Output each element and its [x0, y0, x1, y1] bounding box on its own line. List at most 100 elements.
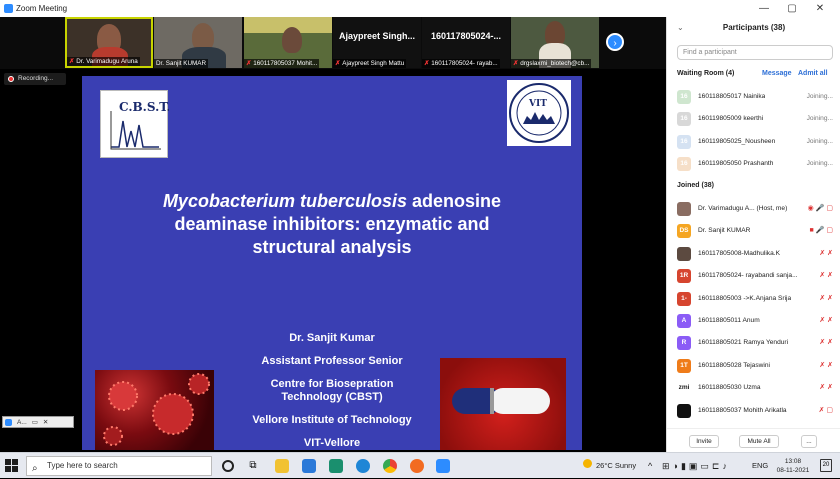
recording-indicator[interactable]: Recording... [4, 73, 66, 85]
store-icon[interactable] [329, 459, 343, 473]
avatar: 16 [677, 157, 691, 172]
avatar [677, 246, 691, 261]
participant-name: Dr. Varimadugu A... (Host, me) [698, 205, 788, 212]
video-tile[interactable]: ✗ drgslaxmi_biotech@cb... [511, 17, 599, 68]
audio-video-status-icon: ✗ ✗ [819, 294, 833, 302]
participant-row[interactable]: 1R 160117805024- rayabandi sanja... ✗ ✗ [667, 265, 840, 287]
weather-label[interactable]: 26°C Sunny [596, 453, 636, 479]
title-part-3: structural analysis [252, 237, 412, 257]
participant-row[interactable]: DS Dr. Sanjit KUMAR ■ 🎤 ▢ [667, 220, 840, 242]
window-title: Zoom Meeting [16, 4, 68, 13]
avatar: 16 [677, 134, 691, 149]
title-part-2: deaminase inhibitors: enzymatic and [174, 214, 490, 234]
participant-name: 160119805009 keerthi [698, 115, 764, 123]
language-indicator[interactable]: ENG [752, 453, 768, 479]
tile-big-name: Ajaypreet Singh... [338, 31, 416, 41]
cortana-icon[interactable] [222, 460, 234, 472]
svg-text:C.B.S.T.: C.B.S.T. [119, 100, 169, 114]
mini-close-icon[interactable]: ✕ [43, 418, 48, 426]
tray-icons[interactable]: ⊞◑▮▣▭⊏♪ [662, 453, 730, 479]
participants-footer: Invite Mute All ... [667, 428, 840, 452]
video-tile[interactable]: ✗ Dr. Varimadugu Aruna [65, 17, 153, 68]
author-name: Dr. Sanjit Kumar [289, 332, 375, 344]
shared-slide: C.B.S.T. VIT Mycobacterium tuberculosis … [82, 76, 582, 450]
participant-name: Dr. Sanjit KUMAR [698, 227, 751, 235]
avatar: zmi [677, 381, 691, 396]
zoom-taskbar-icon[interactable] [436, 459, 450, 473]
video-tile[interactable]: ✗ 160117805037 Mohit... [244, 17, 332, 68]
mute-all-button[interactable]: Mute All [739, 435, 779, 448]
avatar: 1- [677, 291, 691, 306]
waiting-participant-row[interactable]: 16 160118805017 Nainika Joining... [667, 86, 840, 108]
participant-row[interactable]: R 160118805021 Ramya Yenduri ✗ ✗ [667, 332, 840, 354]
participant-row[interactable]: A 160118805011 Anum ✗ ✗ [667, 310, 840, 332]
participant-search-input[interactable]: Find a participant [677, 45, 833, 60]
avatar: DS [677, 224, 691, 239]
minimized-video-window[interactable]: A... ▭ ✕ [2, 416, 74, 428]
clock-time: 13:08 [784, 458, 802, 465]
more-options-button[interactable]: ... [801, 435, 817, 448]
waiting-participant-row[interactable]: 16 160119805025_Nousheen Joining... [667, 131, 840, 153]
taskbar-clock[interactable]: 13:08 08-11-2021 [773, 457, 813, 475]
windows-start-icon[interactable] [5, 459, 18, 472]
avatar: 16 [677, 112, 691, 127]
participant-name: 160118805030 Uzma [698, 384, 761, 392]
muted-mic-icon: ✗ [513, 60, 519, 67]
participant-row[interactable]: 160118805037 Mohith Arikatla ✗ ▢ [667, 400, 840, 422]
task-view-icon[interactable]: ⧉ [246, 459, 260, 473]
close-button[interactable]: ✕ [806, 0, 834, 17]
capsule-image [440, 358, 566, 450]
next-page-arrow-icon[interactable]: › [606, 33, 624, 51]
audio-video-status-icon: ■ 🎤 ▢ [809, 227, 833, 235]
firefox-icon[interactable] [410, 459, 424, 473]
weather-sun-icon [583, 459, 592, 468]
minimize-button[interactable]: — [750, 0, 778, 17]
mail-icon[interactable] [302, 459, 316, 473]
participant-row[interactable]: Dr. Varimadugu A... (Host, me) ◉ 🎤 ▢ [667, 198, 840, 220]
avatar: R [677, 336, 691, 351]
joining-status: Joining... [806, 115, 833, 123]
joining-status: Joining... [806, 160, 833, 168]
vit-logo: VIT [507, 80, 571, 146]
clock-date: 08-11-2021 [776, 467, 810, 474]
edge-icon[interactable] [356, 459, 370, 473]
window-titlebar: Zoom Meeting — ▢ ✕ [0, 0, 840, 17]
participant-name: 160118805028 Tejaswini [698, 361, 770, 369]
waiting-room-label: Waiting Room (4) [677, 70, 735, 77]
participant-name: 160118805017 Nainika [698, 93, 766, 100]
message-link[interactable]: Message [762, 70, 792, 77]
participant-row[interactable]: 1T 160118805028 Tejaswini ✗ ✗ [667, 355, 840, 377]
author-position: Assistant Professor Senior [261, 355, 403, 367]
show-hidden-icons-chevron-icon[interactable]: ^ [648, 453, 652, 479]
chrome-icon[interactable] [383, 459, 397, 473]
tile-big-name: 160117805024-... [430, 31, 502, 41]
virus-image [95, 370, 214, 450]
participant-name: 160118805021 Ramya Yenduri [698, 339, 789, 347]
joining-status: Joining... [806, 93, 833, 100]
collapse-chevron-icon[interactable]: ⌄ [677, 17, 684, 39]
taskbar-search-input[interactable]: ⌕ Type here to search [26, 456, 212, 476]
audio-video-status-icon: ◉ 🎤 ▢ [807, 205, 833, 212]
invite-button[interactable]: Invite [689, 435, 719, 448]
waiting-room-header: Waiting Room (4) Message Admit all [677, 70, 837, 81]
title-species: Mycobacterium tuberculosis [162, 191, 408, 211]
video-tile[interactable]: Dr. Sanjit KUMAR [154, 17, 242, 68]
waiting-participant-row[interactable]: 16 160119805050 Prashanth Joining... [667, 153, 840, 175]
participant-name: 160119805050 Prashanth [698, 160, 774, 168]
participant-name: 160118805011 Anum [698, 317, 760, 324]
participant-row[interactable]: zmi 160118805030 Uzma ✗ ✗ [667, 377, 840, 399]
participant-name: 160117805024- rayabandi sanja... [698, 272, 798, 280]
mini-restore-icon[interactable]: ▭ [32, 418, 38, 426]
waiting-participant-row[interactable]: 16 160119805009 keerthi Joining... [667, 108, 840, 130]
video-tile[interactable]: Ajaypreet Singh... ✗ Ajaypreet Singh Matt… [333, 17, 421, 68]
notification-center-icon[interactable]: 20 [820, 459, 832, 472]
admit-all-link[interactable]: Admit all [798, 70, 828, 77]
muted-mic-icon: ✗ [69, 58, 75, 65]
video-tile[interactable]: 160117805024-... ✗ 160117805024- rayab... [422, 17, 510, 68]
file-explorer-icon[interactable] [275, 459, 289, 473]
participant-row[interactable]: 160117805008-Madhulika.K ✗ ✗ [667, 243, 840, 265]
participant-row[interactable]: 1- 160118805003 ->K.Anjana Srija ✗ ✗ [667, 288, 840, 310]
muted-mic-icon: ✗ [424, 60, 430, 67]
avatar: 1T [677, 358, 691, 373]
maximize-button[interactable]: ▢ [778, 0, 806, 17]
